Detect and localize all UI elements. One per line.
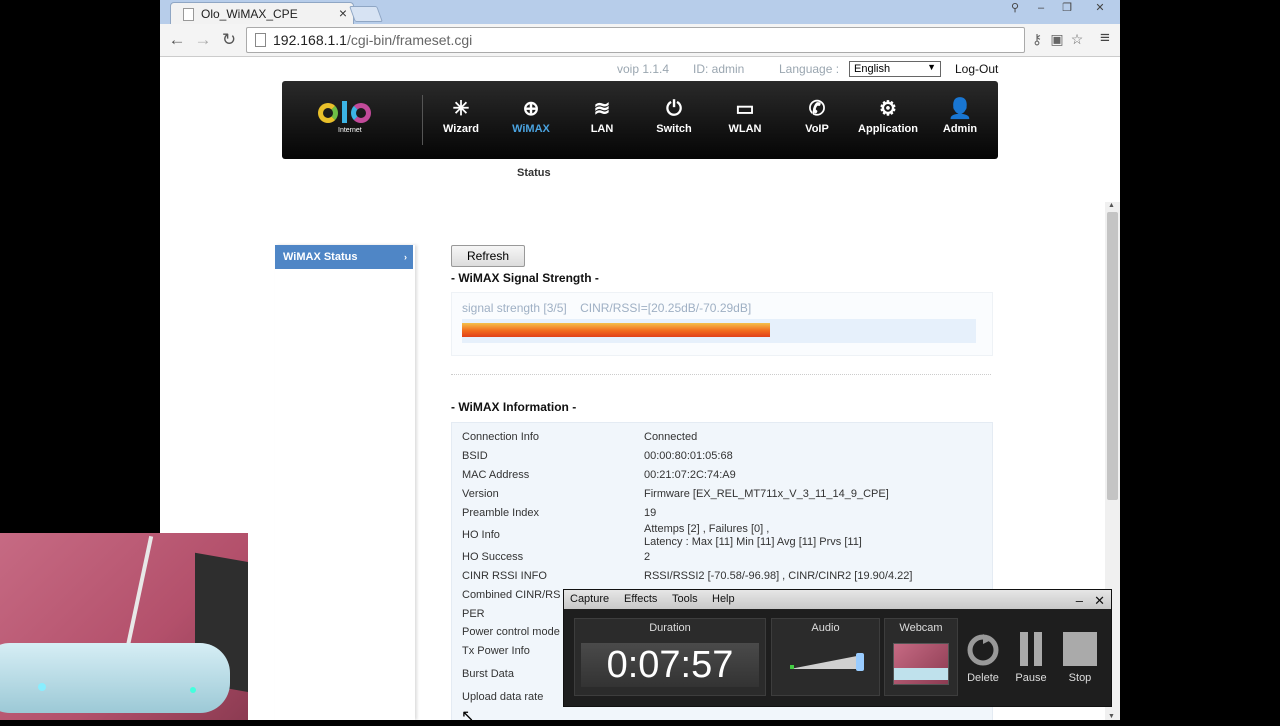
nav-voip[interactable]: ✆ VoIP — [782, 95, 852, 147]
pause-icon — [1006, 630, 1056, 670]
admin-icon: 👤 — [947, 98, 973, 120]
refresh-button[interactable]: Refresh — [451, 245, 525, 267]
subnav-status[interactable]: Status — [517, 167, 551, 179]
audio-level-icon[interactable] — [788, 647, 866, 675]
menu-help[interactable]: Help — [712, 593, 735, 605]
signal-box: signal strength [3/5] CINR/RSSI=[20.25dB… — [451, 292, 993, 356]
url-text: 192.168.1.1/cgi-bin/frameset.cgi — [273, 32, 473, 48]
router-icon: ▭ — [735, 98, 755, 120]
sidebar: WiMAX Status › — [275, 245, 415, 720]
nav-switch[interactable]: ⏻ Switch — [639, 95, 709, 147]
screen-recorder-widget: Capture Effects Tools Help – ✕ Duration … — [563, 589, 1112, 707]
audio-panel: Audio — [771, 618, 880, 696]
menu-icon[interactable]: ≡ — [1096, 28, 1114, 48]
nav-application[interactable]: ⚙ Application — [853, 95, 923, 147]
wizard-icon: ✳ — [452, 98, 470, 120]
close-tab-icon[interactable]: × — [339, 5, 347, 21]
duration-panel: Duration 0:07:57 — [574, 618, 766, 696]
reload-button[interactable]: ↻ — [218, 29, 240, 51]
menu-capture[interactable]: Capture — [570, 593, 609, 605]
language-label: Language : — [779, 62, 840, 76]
recorder-menu: Capture Effects Tools Help – ✕ — [564, 590, 1111, 609]
signal-bar-track — [462, 319, 976, 343]
close-icon[interactable]: ✕ — [1094, 593, 1105, 609]
chevron-down-icon: ▼ — [927, 62, 936, 72]
nav-lan[interactable]: ≋ LAN — [567, 95, 637, 147]
info-heading: - WiMAX Information - — [451, 400, 577, 414]
logout-link[interactable]: Log-Out — [955, 62, 998, 76]
webcam-label: Webcam — [899, 622, 943, 634]
nav-wimax[interactable]: ⊕ WiMAX — [496, 95, 566, 147]
user-icon[interactable]: ⚲ — [1002, 0, 1028, 18]
stop-button[interactable]: Stop — [1055, 630, 1105, 684]
delete-button[interactable]: Delete — [958, 630, 1008, 684]
minimize-icon[interactable]: – — [1076, 593, 1083, 608]
minimize-icon[interactable]: – — [1028, 0, 1054, 18]
window-controls: ⚲ – ❐ ✕ — [1002, 0, 1120, 18]
signal-heading: - WiMAX Signal Strength - — [451, 271, 599, 285]
window-close-icon[interactable]: ✕ — [1080, 0, 1120, 18]
nav-admin[interactable]: 👤 Admin — [925, 95, 995, 147]
user-id: ID: admin — [693, 62, 745, 76]
nav-wlan[interactable]: ▭ WLAN — [710, 95, 780, 147]
pause-button[interactable]: Pause — [1006, 630, 1056, 684]
back-button[interactable]: ← — [166, 29, 188, 51]
stop-icon — [1055, 630, 1105, 670]
globe-icon: ⊕ — [522, 98, 540, 120]
browser-tab[interactable]: Olo_WiMAX_CPE × — [170, 2, 354, 25]
mouse-cursor-icon: ↖ — [461, 708, 475, 725]
scroll-down-icon[interactable]: ▼ — [1108, 713, 1115, 720]
divider — [451, 374, 991, 375]
webcam-overlay — [0, 533, 248, 720]
page-icon — [255, 33, 266, 47]
scroll-up-icon[interactable]: ▲ — [1108, 202, 1115, 209]
new-tab-button[interactable] — [349, 6, 383, 22]
scrollbar-thumb[interactable] — [1107, 212, 1118, 500]
nav-wizard[interactable]: ✳ Wizard — [426, 95, 496, 147]
webcam-preview[interactable] — [893, 643, 949, 685]
address-bar[interactable]: 192.168.1.1/cgi-bin/frameset.cgi — [246, 27, 1025, 53]
main-navbar: Internet ✳ Wizard ⊕ WiMAX ≋ LAN ⏻ Switch ▭ WL… — [282, 81, 998, 159]
lan-icon: ≋ — [593, 98, 611, 120]
voip-version: voip 1.1.4 — [617, 62, 670, 76]
tab-strip: Olo_WiMAX_CPE × ⚲ – ❐ ✕ — [160, 0, 1120, 25]
restore-icon[interactable]: ❐ — [1054, 0, 1080, 18]
sidebar-item-wimax-status[interactable]: WiMAX Status › — [275, 245, 413, 269]
page-icon — [183, 8, 194, 21]
power-icon: ⏻ — [666, 98, 682, 120]
chevron-right-icon: › — [404, 252, 407, 262]
duration-timer: 0:07:57 — [581, 643, 759, 687]
audio-label: Audio — [811, 622, 840, 634]
bookmark-star-icon[interactable]: ☆ — [1068, 31, 1086, 48]
webcam-panel: Webcam — [884, 618, 958, 696]
menu-effects[interactable]: Effects — [624, 593, 657, 605]
menu-tools[interactable]: Tools — [672, 593, 698, 605]
key-icon[interactable]: ⚷ — [1028, 31, 1046, 48]
signal-strength-text: signal strength [3/5] CINR/RSSI=[20.25dB… — [462, 301, 752, 315]
phone-icon: ✆ — [808, 98, 826, 120]
delete-icon — [958, 630, 1008, 670]
olo-logo: Internet — [318, 99, 388, 145]
language-select[interactable]: English ▼ — [849, 61, 941, 77]
application-icon: ⚙ — [879, 98, 897, 120]
signal-bar-fill — [462, 323, 771, 337]
forward-button[interactable]: → — [192, 29, 214, 51]
tab-title: Olo_WiMAX_CPE — [201, 7, 298, 21]
duration-label: Duration — [649, 622, 691, 634]
nav-divider — [422, 95, 423, 145]
translate-icon[interactable]: ▣ — [1048, 31, 1066, 48]
browser-toolbar: ← → ↻ 192.168.1.1/cgi-bin/frameset.cgi ⚷… — [160, 24, 1120, 57]
